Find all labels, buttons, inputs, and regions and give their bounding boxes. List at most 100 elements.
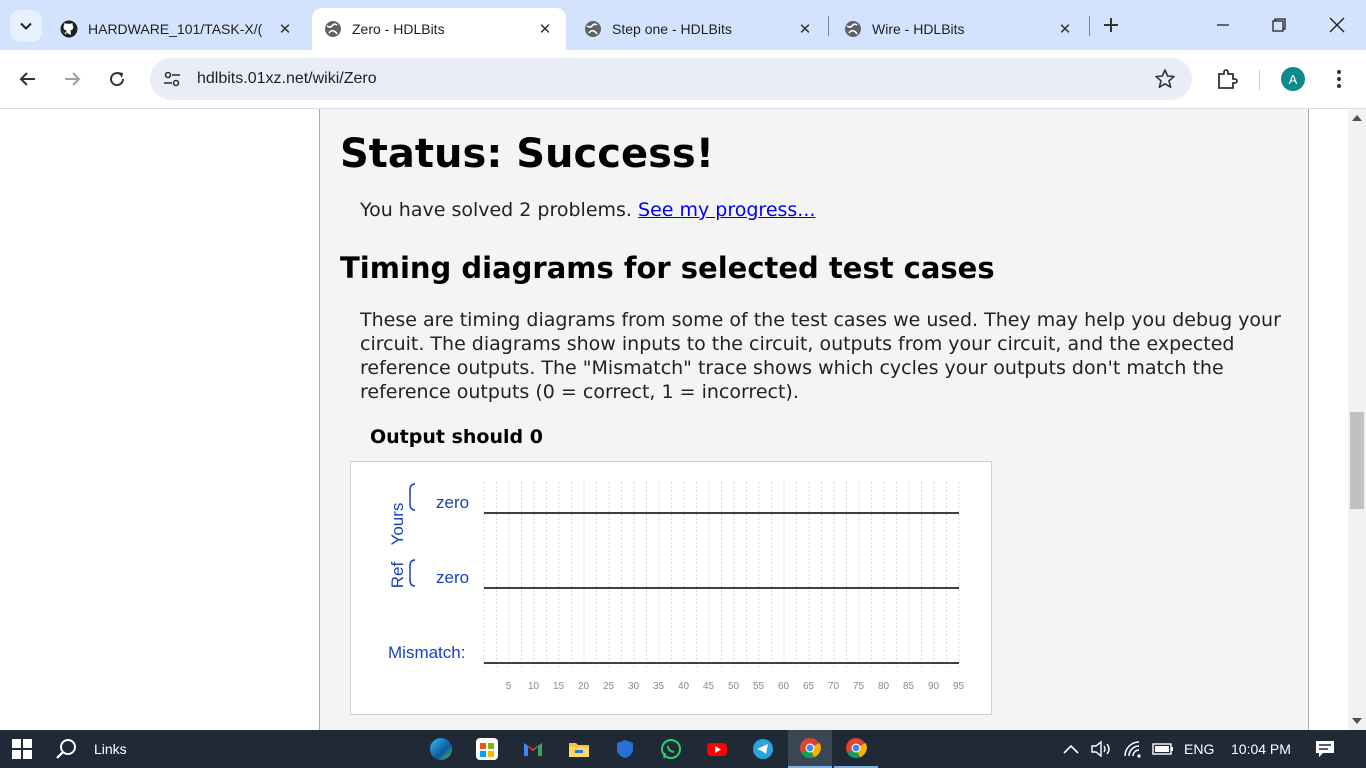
taskbar-chrome-active[interactable] [788,730,832,768]
time-tick-label: 45 [703,681,715,692]
tab-strip: HARDWARE_101/TASK-X/( ✕ Zero - HDLBits ✕… [0,0,1366,50]
page-scrollbar[interactable] [1348,109,1366,730]
group-bracket [409,559,416,587]
restore-icon [1272,18,1286,32]
tab-zero[interactable]: Zero - HDLBits ✕ [312,8,566,50]
time-tick-label: 20 [578,681,590,692]
defender-icon[interactable] [614,738,636,760]
scroll-up-icon[interactable] [1352,115,1362,121]
github-icon [60,20,78,38]
reload-icon [110,72,125,87]
menu-button[interactable] [1326,66,1352,92]
tab-title: Step one - HDLBits [612,21,732,37]
gmail-icon[interactable] [522,738,544,760]
chevron-up-icon [1063,744,1079,754]
status-title: Status: Success! [340,131,714,177]
tray-overflow[interactable] [1060,730,1082,768]
chrome-icon [846,738,867,759]
address-bar[interactable]: hdlbits.01xz.net/wiki/Zero [150,58,1192,100]
minimize-button[interactable] [1205,10,1241,40]
solved-summary: You have solved 2 problems. See my progr… [360,199,815,221]
clock[interactable]: 10:04 PM [1231,741,1291,757]
close-icon [1329,17,1345,33]
chevron-down-icon [20,22,32,30]
browser-toolbar: hdlbits.01xz.net/wiki/Zero A [0,50,1366,109]
back-button[interactable] [12,63,44,95]
extensions-button[interactable] [1214,66,1240,92]
file-explorer-icon[interactable] [568,738,590,760]
tab-step-one[interactable]: Step one - HDLBits ✕ [572,8,826,50]
time-tick-label: 50 [728,681,740,692]
tab-wire[interactable]: Wire - HDLBits ✕ [832,8,1086,50]
more-vert-icon [1337,70,1341,88]
timing-description: These are timing diagrams from some of t… [360,309,1281,403]
close-window-button[interactable] [1319,10,1355,40]
page-viewport: Status: Success! You have solved 2 probl… [0,109,1348,730]
close-tab-icon[interactable]: ✕ [794,18,816,40]
forward-button[interactable] [56,63,88,95]
search-icon [56,739,76,759]
telegram-icon[interactable] [752,738,774,760]
tab-separator [828,16,829,36]
globe-icon [844,20,862,38]
close-tab-icon[interactable]: ✕ [274,18,296,40]
taskbar-search[interactable]: Links [56,730,166,768]
search-label: Links [94,741,127,757]
arrow-right-icon [65,72,81,86]
windows-logo-icon [12,739,32,759]
time-tick-label: 95 [953,681,965,692]
edge-icon[interactable] [430,738,452,760]
url-text: hdlbits.01xz.net/wiki/Zero [197,70,377,87]
time-tick-label: 60 [778,681,790,692]
tab-search-button[interactable] [10,10,42,42]
test-case-title: Output should 0 [370,426,543,448]
tab-title: HARDWARE_101/TASK-X/( [88,21,263,37]
wifi-button[interactable] [1120,730,1146,768]
tab-hardware[interactable]: HARDWARE_101/TASK-X/( ✕ [48,8,306,50]
tab-title: Zero - HDLBits [352,21,445,37]
signal-label: zero [436,568,469,587]
taskbar-chrome[interactable] [834,730,878,768]
time-tick-label: 80 [878,681,890,692]
scroll-down-icon[interactable] [1352,718,1362,724]
youtube-icon[interactable] [706,738,728,760]
restore-button[interactable] [1261,10,1297,40]
time-tick-label: 90 [928,681,940,692]
time-tick-label: 10 [528,681,540,692]
start-button[interactable] [8,730,36,768]
battery-icon [1152,743,1173,755]
waveform-svg: Yours zero Ref zero Mismatch: 5 10 15 20 25 3… [388,482,965,692]
time-tick-label: 55 [753,681,765,692]
timing-diagram: Yours zero Ref zero Mismatch: 5 10 15 20 25 3… [350,461,992,715]
time-tick-label: 75 [853,681,865,692]
plus-icon [1104,18,1118,32]
group-label-ref: Ref [388,562,407,589]
store-icon[interactable] [476,738,498,760]
bookmark-star-icon[interactable] [1154,68,1176,90]
close-tab-icon[interactable]: ✕ [1054,18,1076,40]
scroll-thumb[interactable] [1350,412,1364,509]
whatsapp-icon[interactable] [660,738,682,760]
time-tick-label: 35 [653,681,665,692]
timing-heading: Timing diagrams for selected test cases [340,251,995,285]
arrow-left-icon [19,72,35,86]
reload-button[interactable] [101,63,133,95]
profile-avatar[interactable]: A [1281,67,1305,91]
tab-separator [1089,16,1090,36]
puzzle-icon [1218,69,1238,89]
solved-text: You have solved 2 problems. [360,199,632,221]
close-tab-icon[interactable]: ✕ [534,18,556,40]
new-tab-button[interactable] [1098,12,1124,38]
mismatch-label: Mismatch: [388,643,465,662]
site-settings-icon[interactable] [162,69,182,89]
time-tick-label: 15 [553,681,565,692]
language-indicator[interactable]: ENG [1184,741,1214,757]
notifications-button[interactable] [1312,730,1338,768]
battery-button[interactable] [1150,730,1176,768]
tab-title: Wire - HDLBits [872,21,965,37]
chrome-icon [800,738,821,759]
progress-link[interactable]: See my progress... [638,199,815,221]
time-tick-label: 70 [828,681,840,692]
windows-taskbar: Links ENG 10:04 PM [0,730,1366,768]
volume-button[interactable] [1088,730,1114,768]
